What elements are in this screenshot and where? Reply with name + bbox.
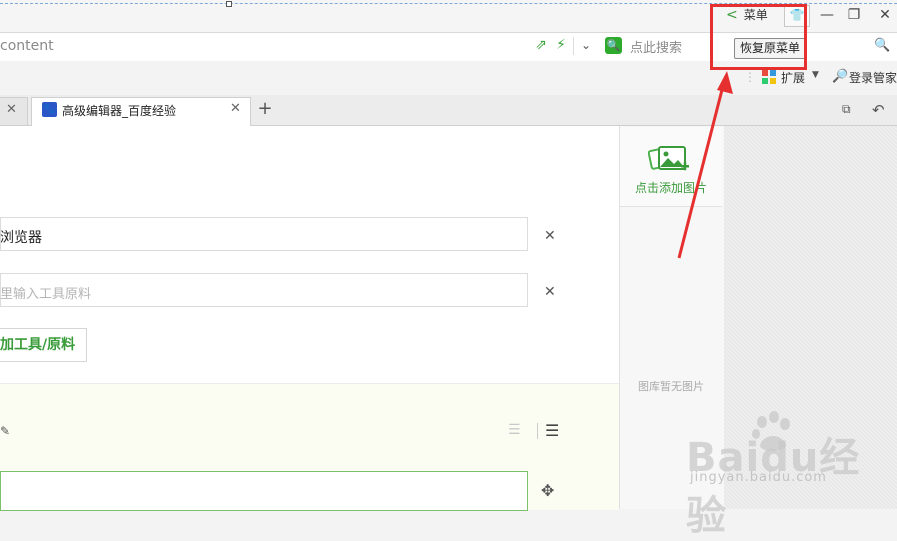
divider — [573, 37, 574, 55]
step-editor-input[interactable] — [0, 471, 528, 511]
maximize-button[interactable]: ❐ — [842, 6, 866, 24]
remove-icon[interactable]: ✕ — [544, 228, 556, 244]
move-icon[interactable]: ✥ — [541, 481, 554, 500]
annotation-highlight-box — [710, 4, 807, 70]
tool-field[interactable] — [0, 217, 528, 251]
unordered-list-icon[interactable]: ☰ — [545, 421, 559, 440]
tab-list-icon[interactable]: ⧉ — [842, 102, 857, 117]
login-manager-button[interactable]: 登录管家 — [849, 69, 897, 86]
tool-field-value[interactable]: 浏览器 — [0, 227, 42, 247]
add-image-label[interactable]: 点击添加图片 — [620, 179, 722, 196]
caret-down-icon[interactable]: ▼ — [812, 70, 819, 80]
selection-handle[interactable] — [226, 1, 232, 7]
chevron-down-icon[interactable]: ⌄ — [578, 37, 594, 53]
remove-icon[interactable]: ✕ — [544, 284, 556, 300]
tool-field-placeholder[interactable]: 里输入工具原料 — [0, 283, 91, 302]
pencil-icon[interactable]: ✎ — [0, 424, 10, 438]
minimize-button[interactable]: — — [815, 6, 839, 24]
extensions-icon[interactable] — [762, 70, 777, 85]
tab-title[interactable]: 高级编辑器_百度经验 — [62, 102, 176, 119]
baidu-paw-icon: 🐾 — [42, 102, 57, 117]
search-icon[interactable]: 🔍 — [874, 38, 890, 54]
divider — [537, 423, 538, 439]
close-icon[interactable]: ✕ — [230, 101, 241, 116]
add-image-icon — [648, 146, 689, 171]
empty-library-text: 图库暂无图片 — [638, 380, 704, 393]
share-icon[interactable]: ⇗ — [533, 37, 549, 53]
toolbar-grip: ⋮ — [744, 70, 756, 84]
close-window-button[interactable]: ✕ — [873, 6, 897, 24]
search-input[interactable]: 点此搜索 — [630, 37, 682, 56]
user-search-icon[interactable]: 🔎 — [832, 69, 848, 84]
lightning-icon[interactable]: ⚡ — [554, 37, 568, 53]
extensions-label[interactable]: 扩展 — [781, 69, 805, 86]
undo-icon[interactable]: ↶ — [872, 101, 885, 119]
new-tab-button[interactable]: + — [257, 99, 273, 119]
add-tool-button[interactable]: 加工具/原料 — [0, 328, 87, 362]
url-input[interactable] — [0, 36, 520, 56]
close-icon[interactable]: ✕ — [6, 102, 17, 117]
watermark-domain: jingyan.baidu.com — [690, 470, 827, 485]
search-engine-icon[interactable]: 🔍 — [605, 37, 622, 54]
ordered-list-icon[interactable]: ☰ — [508, 422, 521, 438]
